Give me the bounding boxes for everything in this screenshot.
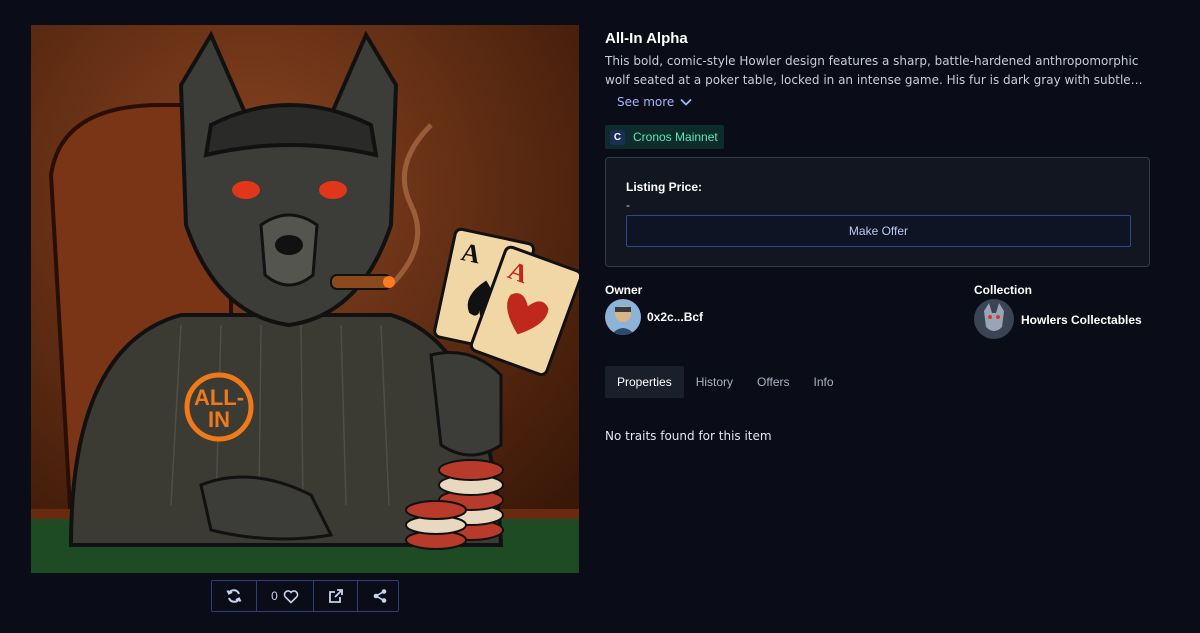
listing-price-label: Listing Price:	[626, 180, 703, 194]
refresh-icon	[226, 589, 242, 603]
refresh-button[interactable]	[212, 581, 257, 611]
make-offer-button[interactable]: Make Offer	[626, 215, 1131, 247]
chain-badge: C Cronos Mainnet	[605, 125, 724, 149]
listing-price-value: -	[626, 198, 630, 212]
owner-label: Owner	[605, 283, 643, 297]
item-action-bar: 0	[211, 580, 399, 612]
item-tabs: Properties History Offers Info	[605, 366, 846, 398]
heart-icon	[283, 589, 299, 604]
collection-label: Collection	[974, 283, 1033, 297]
item-description: This bold, comic-style Howler design fea…	[605, 54, 1139, 87]
no-traits-message: No traits found for this item	[605, 429, 772, 443]
tab-properties[interactable]: Properties	[605, 366, 684, 398]
share-button[interactable]	[358, 581, 401, 611]
tab-offers[interactable]: Offers	[745, 366, 801, 398]
item-title: All-In Alpha	[605, 30, 688, 47]
tab-history[interactable]: History	[684, 366, 745, 398]
open-external-button[interactable]	[314, 581, 358, 611]
collection-avatar[interactable]	[974, 299, 1014, 339]
like-count: 0	[271, 589, 278, 603]
collection-name[interactable]: Howlers Collectables	[1021, 313, 1142, 327]
badge-text-line2: IN	[208, 407, 230, 432]
cronos-icon: C	[610, 129, 625, 145]
see-more-toggle[interactable]: See more	[617, 95, 692, 109]
owner-avatar[interactable]	[605, 299, 641, 335]
listing-panel: Listing Price: - Make Offer	[605, 157, 1150, 267]
share-icon	[373, 589, 386, 603]
like-button[interactable]: 0	[257, 581, 314, 611]
tab-info[interactable]: Info	[802, 366, 846, 398]
chevron-down-icon	[680, 98, 692, 106]
owner-address[interactable]: 0x2c...Bcf	[647, 310, 703, 324]
external-link-icon	[328, 589, 343, 603]
nft-artwork[interactable]: ALL- IN A A	[31, 25, 579, 573]
chain-label: Cronos Mainnet	[633, 130, 718, 144]
see-more-label: See more	[617, 95, 675, 109]
wolf-poker-illustration: ALL- IN A A	[31, 25, 579, 573]
